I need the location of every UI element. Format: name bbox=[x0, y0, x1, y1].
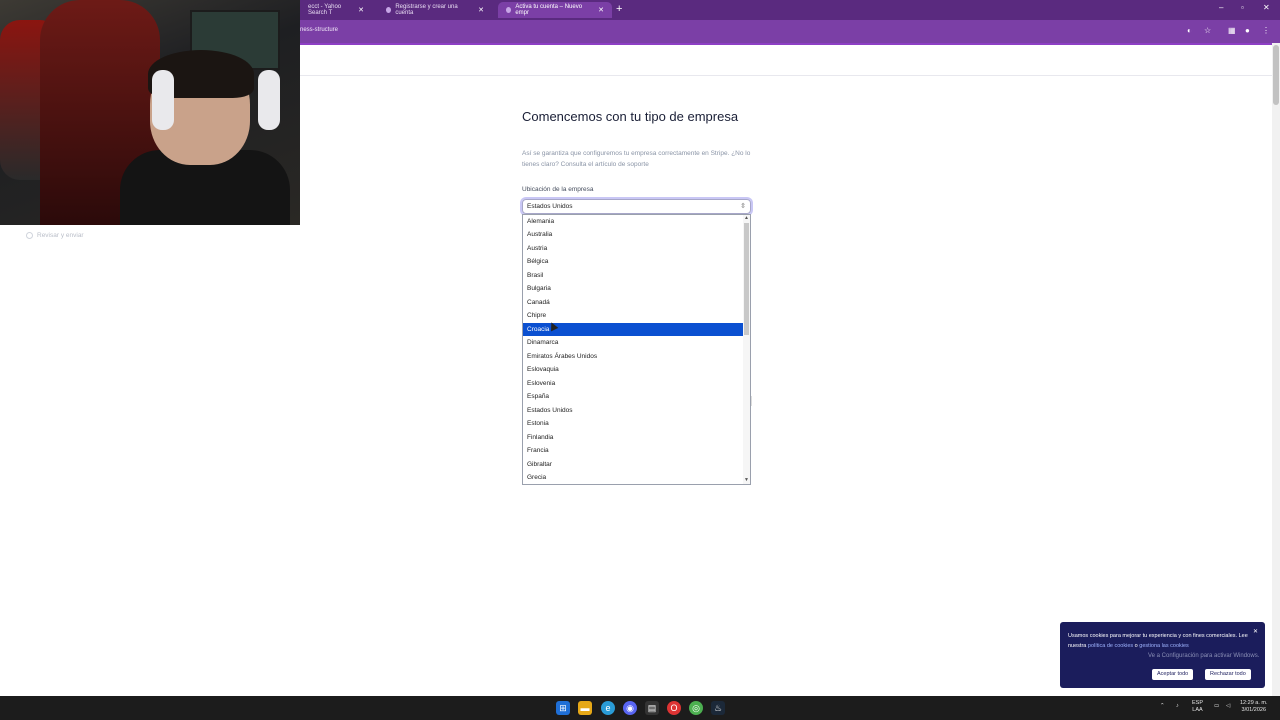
selected-country: Estados Unidos bbox=[527, 203, 573, 210]
tab-activate[interactable]: Activa tu cuenta – Nuevo empr ✕ bbox=[498, 2, 612, 18]
webcam-overlay bbox=[0, 0, 300, 225]
page-scrollbar[interactable] bbox=[1272, 43, 1280, 696]
screen: ecct - Yahoo Search T ✕ Registrarse y cr… bbox=[0, 0, 1280, 720]
windows-start-icon[interactable]: ⊞ bbox=[556, 701, 570, 715]
scroll-thumb[interactable] bbox=[1273, 45, 1279, 105]
manage-cookies-link[interactable]: gestiona las cookies bbox=[1139, 643, 1189, 649]
reject-all-button[interactable]: Rechazar todo bbox=[1205, 669, 1251, 680]
close-icon[interactable]: ✕ bbox=[358, 6, 364, 14]
country-option[interactable]: Bélgica bbox=[523, 255, 744, 268]
country-option[interactable]: Bulgaria bbox=[523, 282, 744, 295]
country-dropdown-list[interactable]: Alemania Australia Austria Bélgica Brasi… bbox=[522, 214, 751, 485]
country-option[interactable]: Chipre bbox=[523, 309, 744, 322]
url-text[interactable]: ness-structure bbox=[300, 27, 338, 33]
close-icon[interactable]: ✕ bbox=[478, 6, 484, 14]
close-icon[interactable]: ✕ bbox=[1253, 628, 1258, 635]
chrome-icon[interactable]: ◎ bbox=[689, 701, 703, 715]
tab-label: Activa tu cuenta – Nuevo empr bbox=[515, 4, 583, 16]
cookie-text: Usamos cookies para mejorar tu experienc… bbox=[1068, 631, 1253, 651]
app-icon[interactable]: ▤ bbox=[645, 701, 659, 715]
country-option[interactable]: Canadá bbox=[523, 296, 744, 309]
headset-icon bbox=[258, 70, 280, 130]
country-option[interactable]: España bbox=[523, 390, 744, 403]
review-step: Revisar y enviar bbox=[26, 232, 84, 239]
microphone-icon[interactable]: ♪ bbox=[1176, 703, 1179, 710]
menu-icon[interactable]: ⋮ bbox=[1262, 26, 1270, 35]
page-subtitle: Así se garantiza que configuremos tu emp… bbox=[522, 150, 751, 168]
tab-yahoo[interactable]: ecct - Yahoo Search T ✕ bbox=[300, 2, 372, 18]
headset-icon bbox=[152, 70, 174, 130]
lang-code: ESP bbox=[1192, 700, 1204, 706]
country-option[interactable]: Australia bbox=[523, 228, 744, 241]
cookie-banner: ✕ Usamos cookies para mejorar tu experie… bbox=[1060, 622, 1265, 688]
field-edge bbox=[751, 396, 752, 406]
country-option[interactable]: Gibraltar bbox=[523, 458, 744, 471]
page-title: Comencemos con tu tipo de empresa bbox=[522, 109, 739, 124]
header-divider bbox=[300, 75, 1272, 76]
language-indicator[interactable]: ESP LAA bbox=[1192, 700, 1203, 714]
country-option[interactable]: Emiratos Árabes Unidos bbox=[523, 350, 744, 363]
tab-label: Registrarse y crear una cuenta bbox=[395, 4, 458, 16]
step-circle-icon bbox=[26, 232, 33, 239]
extensions-icon[interactable]: ▦ bbox=[1228, 26, 1236, 35]
dropdown-scrollbar[interactable]: ▲ ▼ bbox=[743, 215, 750, 484]
close-window-icon[interactable]: ✕ bbox=[1263, 3, 1270, 12]
country-option[interactable]: Brasil bbox=[523, 269, 744, 282]
file-explorer-icon[interactable]: ▬ bbox=[578, 701, 592, 715]
network-icon[interactable]: ▭ bbox=[1214, 703, 1219, 710]
location-label: Ubicación de la empresa bbox=[522, 186, 594, 193]
cookie-policy-link[interactable]: política de cookies bbox=[1088, 643, 1133, 649]
steam-icon[interactable]: ♨ bbox=[711, 701, 725, 715]
tab-label: ecct - Yahoo Search T bbox=[308, 4, 342, 16]
review-step-label: Revisar y enviar bbox=[37, 232, 84, 239]
dropdown-scroll-thumb[interactable] bbox=[744, 223, 749, 335]
maximize-icon[interactable]: ▫ bbox=[1241, 3, 1244, 12]
discord-icon[interactable]: ◉ bbox=[623, 701, 637, 715]
tray-arrow-icon[interactable]: ⌃ bbox=[1160, 703, 1165, 710]
country-option[interactable]: Austria bbox=[523, 242, 744, 255]
country-option[interactable]: Estados Unidos bbox=[523, 404, 744, 417]
scroll-up-icon[interactable]: ▲ bbox=[744, 215, 749, 221]
volume-icon[interactable]: ◁ bbox=[1226, 703, 1230, 710]
clock[interactable]: 12:29 a. m. 3/01/2026 bbox=[1240, 700, 1268, 714]
chevron-updown-icon: ⇳ bbox=[740, 203, 746, 210]
windows-activation-watermark: Ve a Configuración para activar Windows. bbox=[1148, 653, 1260, 659]
country-option[interactable]: Grecia bbox=[523, 471, 744, 484]
edge-icon[interactable]: e bbox=[601, 701, 615, 715]
profile-icon[interactable]: ● bbox=[1245, 26, 1250, 35]
lang-layout: LAA bbox=[1192, 707, 1203, 713]
star-icon[interactable]: ☆ bbox=[1204, 26, 1211, 35]
tab-register[interactable]: Registrarse y crear una cuenta ✕ bbox=[378, 2, 492, 18]
windows-taskbar: ⊞ ▬ e ◉ ▤ O ◎ ♨ ⌃ ♪ ESP LAA ▭ ◁ 12:29 a.… bbox=[0, 696, 1280, 720]
incognito-icon[interactable]: ◐ bbox=[1187, 26, 1192, 35]
country-option[interactable]: Finlandia bbox=[523, 431, 744, 444]
country-option[interactable]: Francia bbox=[523, 444, 744, 457]
site-icon bbox=[506, 7, 512, 13]
country-option[interactable]: Estonia bbox=[523, 417, 744, 430]
opera-icon[interactable]: O bbox=[667, 701, 681, 715]
clock-time: 12:29 a. m. bbox=[1240, 700, 1268, 706]
new-tab-icon[interactable]: + bbox=[616, 3, 622, 15]
accept-all-button[interactable]: Aceptar todo bbox=[1152, 669, 1194, 680]
close-icon[interactable]: ✕ bbox=[598, 6, 604, 14]
cookie-text-mid: o bbox=[1134, 643, 1138, 649]
country-option[interactable]: Dinamarca bbox=[523, 336, 744, 349]
site-icon bbox=[386, 7, 392, 13]
country-option[interactable]: Alemania bbox=[523, 215, 744, 228]
clock-date: 3/01/2026 bbox=[1241, 707, 1266, 713]
country-option[interactable]: Eslovenia bbox=[523, 377, 744, 390]
minimize-icon[interactable]: – bbox=[1219, 3, 1223, 12]
country-select[interactable]: Estados Unidos ⇳ bbox=[522, 199, 751, 214]
country-option[interactable]: Eslovaquia bbox=[523, 363, 744, 376]
scroll-down-icon[interactable]: ▼ bbox=[744, 477, 749, 483]
